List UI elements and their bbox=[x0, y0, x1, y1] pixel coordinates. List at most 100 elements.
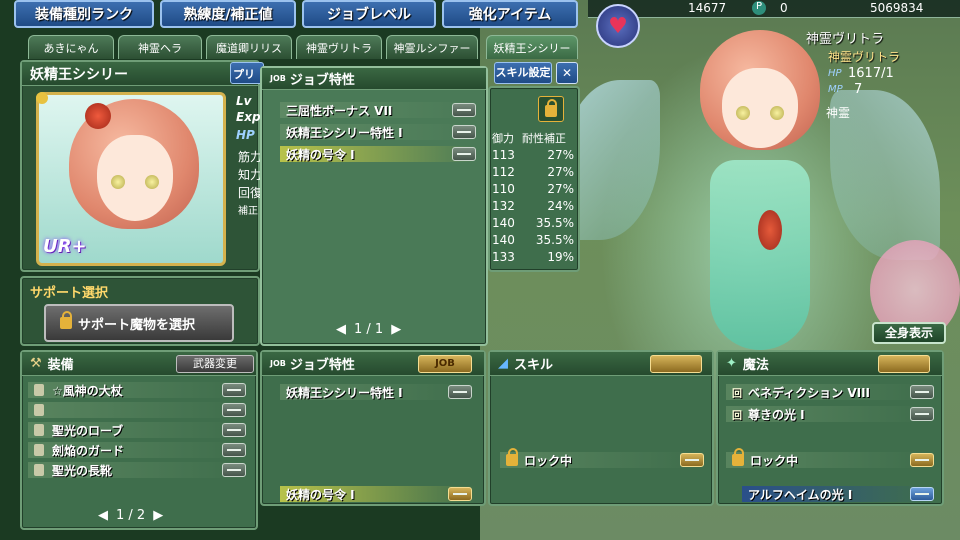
job-panel-title: ジョブ特性 bbox=[289, 358, 355, 373]
skill-type-toggle[interactable] bbox=[650, 355, 702, 373]
magic-detail-button[interactable] bbox=[910, 407, 934, 421]
stat-label-lv: Lv bbox=[236, 94, 252, 108]
prev-page-icon[interactable]: ◀ bbox=[98, 508, 108, 523]
stat-label-exp: Exp bbox=[236, 110, 261, 124]
job-trait-row[interactable]: 妖精王シシリー特性 I bbox=[280, 384, 476, 400]
tab-akinyan[interactable]: あきにゃん bbox=[28, 35, 114, 59]
next-page-icon[interactable]: ▶ bbox=[153, 508, 163, 523]
equipment-detail-button[interactable] bbox=[222, 443, 246, 457]
magic-panel: ✦ 魔法 回 ベネディクション VIII 回 尊きの光 I ロック中 アルフヘイ… bbox=[716, 350, 944, 506]
equipment-detail-button[interactable] bbox=[222, 383, 246, 397]
character-panel: 妖精王シシリー UR+ bbox=[20, 60, 260, 272]
job-trait-detail-button[interactable] bbox=[452, 103, 476, 117]
job-trait-detail-button[interactable] bbox=[452, 125, 476, 139]
equipment-name: 劍焔のガード bbox=[52, 443, 125, 458]
job-level-button[interactable]: ジョブレベル bbox=[302, 0, 436, 28]
equipment-name: 聖光の長靴 bbox=[52, 463, 113, 478]
equipment-name: ☆風神の大杖 bbox=[52, 383, 123, 398]
equipment-detail-button[interactable] bbox=[222, 403, 246, 417]
page-indicator: 1 / 1 bbox=[354, 322, 384, 337]
job-trait-detail-button[interactable] bbox=[448, 487, 472, 501]
magic-row[interactable]: 回 ベネディクション VIII bbox=[726, 384, 930, 400]
magic-row[interactable]: アルフヘイムの光 I bbox=[742, 486, 930, 502]
equipment-panel: ⚒ 装備 武器変更 ☆風神の大杖 聖光のローブ 劍焔のガード 聖光の長靴 ◀ 1 / … bbox=[20, 350, 258, 530]
equipment-slot-icon bbox=[34, 444, 44, 456]
tab-lilith[interactable]: 魔道卿リリス bbox=[206, 35, 292, 59]
magic-panel-title: 魔法 bbox=[742, 358, 769, 373]
resist-header: 耐性補正 bbox=[522, 132, 566, 145]
equipment-row[interactable]: ☆風神の大杖 bbox=[28, 382, 246, 398]
stat-label-int: 知力 bbox=[238, 168, 263, 182]
close-button[interactable]: ✕ bbox=[556, 62, 578, 84]
support-title: サポート選択 bbox=[30, 286, 109, 301]
job-trait-row[interactable]: 三屈性ボーナス VII bbox=[280, 102, 476, 118]
select-support-button[interactable]: サポート魔物を選択 bbox=[44, 304, 234, 342]
hp-value: 1617/1 bbox=[848, 66, 894, 81]
defense-value: 112 bbox=[492, 165, 515, 179]
stat-label-heal: 回復 bbox=[238, 186, 263, 200]
unlock-icon[interactable] bbox=[538, 96, 564, 122]
job-trait-name: 妖精の号令 I bbox=[286, 147, 355, 162]
equipment-detail-button[interactable] bbox=[222, 463, 246, 477]
magic-detail-button[interactable] bbox=[910, 487, 934, 501]
defense-header: 御力 bbox=[492, 132, 514, 145]
heal-prefix: 回 bbox=[732, 388, 742, 400]
next-page-icon[interactable]: ▶ bbox=[391, 322, 401, 337]
tab-hera[interactable]: 神霊ヘラ bbox=[118, 35, 202, 59]
job-trait-name: 三屈性ボーナス VII bbox=[286, 103, 393, 118]
fullview-button[interactable]: 全身表示 bbox=[872, 322, 946, 344]
job-trait-detail-button[interactable] bbox=[448, 385, 472, 399]
equipment-row[interactable] bbox=[28, 402, 246, 418]
resist-value: 27% bbox=[547, 182, 574, 196]
job-trait-detail-button[interactable] bbox=[452, 147, 476, 161]
boss-name-label-2: 神霊ヴリトラ bbox=[828, 50, 901, 64]
defense-value: 113 bbox=[492, 148, 515, 162]
job-trait-row[interactable]: 妖精の号令 I bbox=[280, 486, 476, 502]
magic-type-toggle[interactable] bbox=[878, 355, 930, 373]
defense-value: 133 bbox=[492, 250, 515, 264]
page-indicator: 1 / 2 bbox=[116, 508, 146, 523]
lock-icon bbox=[732, 448, 744, 466]
tab-vritra[interactable]: 神霊ヴリトラ bbox=[296, 35, 382, 59]
equipment-slot-icon bbox=[34, 404, 44, 416]
heart-icon[interactable]: ♥ bbox=[596, 4, 640, 48]
equipment-row[interactable]: 聖光のローブ bbox=[28, 422, 246, 438]
magic-row[interactable]: 回 尊きの光 I bbox=[726, 406, 930, 422]
equipment-rank-button[interactable]: 装備種別ランク bbox=[14, 0, 154, 28]
skill-icon: ◢ bbox=[498, 356, 508, 371]
tab-sicily[interactable]: 妖精王シシリー bbox=[486, 35, 578, 59]
proficiency-button[interactable]: 熟練度/補正値 bbox=[160, 0, 296, 28]
character-name: 妖精王シシリー bbox=[22, 62, 258, 86]
skill-panel: ◢ スキル ロック中 bbox=[488, 350, 714, 506]
magic-detail-button[interactable] bbox=[910, 385, 934, 399]
weapon-change-button[interactable]: 武器変更 bbox=[176, 355, 254, 373]
preset-button[interactable]: プリセ bbox=[230, 62, 264, 84]
skill-unlock-button[interactable] bbox=[680, 453, 704, 467]
tab-lucifer[interactable]: 神霊ルシファー bbox=[386, 35, 478, 59]
resist-value: 19% bbox=[547, 250, 574, 264]
magic-unlock-button[interactable] bbox=[910, 453, 934, 467]
job-trait-row[interactable]: 妖精王シシリー特性 I bbox=[280, 124, 476, 140]
lock-icon bbox=[60, 311, 72, 329]
equipment-pager: ◀ 1 / 2 ▶ bbox=[98, 508, 163, 523]
equipment-title: 装備 bbox=[47, 358, 74, 373]
skill-locked-label: ロック中 bbox=[524, 453, 573, 468]
job-trait-row[interactable]: 妖精の号令 I bbox=[280, 146, 476, 162]
job-badge[interactable]: JOB bbox=[418, 355, 472, 373]
equipment-slot-icon bbox=[34, 464, 44, 476]
character-portrait[interactable]: UR+ bbox=[36, 92, 226, 266]
magic-name: アルフヘイムの光 I bbox=[748, 487, 853, 502]
resist-value: 35.5% bbox=[535, 233, 574, 247]
skill-settings-button[interactable]: スキル設定 bbox=[494, 62, 552, 84]
equipment-slot-icon bbox=[34, 384, 44, 396]
job-trait-panel: JOB ジョブ特性 JOB 妖精王シシリー特性 I 妖精の号令 I bbox=[260, 350, 486, 506]
prev-page-icon[interactable]: ◀ bbox=[336, 322, 346, 337]
equipment-slot-icon bbox=[34, 424, 44, 436]
heal-prefix: 回 bbox=[732, 410, 742, 422]
equipment-row[interactable]: 劍焔のガード bbox=[28, 442, 246, 458]
other-unit-label: 神霊 bbox=[826, 106, 851, 120]
resist-value: 24% bbox=[547, 199, 574, 213]
enhance-item-button[interactable]: 強化アイテム bbox=[442, 0, 578, 28]
equipment-detail-button[interactable] bbox=[222, 423, 246, 437]
equipment-row[interactable]: 聖光の長靴 bbox=[28, 462, 246, 478]
